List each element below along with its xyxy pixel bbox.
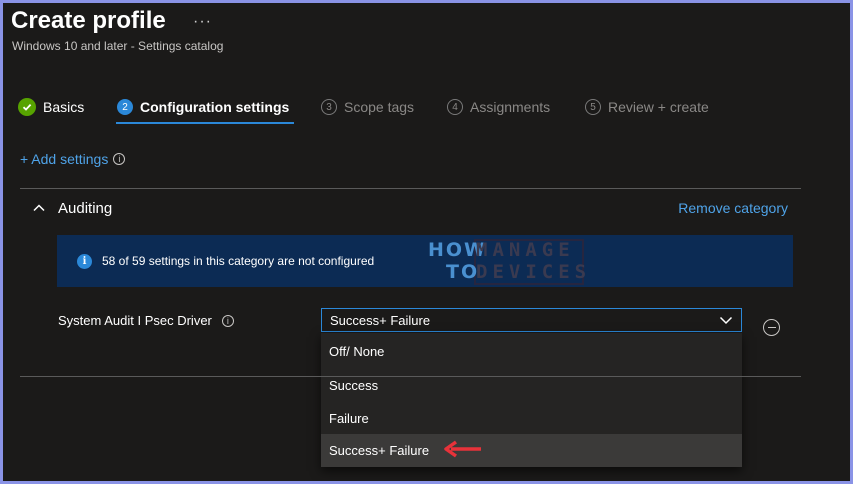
info-banner: i 58 of 59 settings in this category are… [57, 235, 793, 287]
info-icon: i [77, 254, 92, 269]
dropdown-option-off-none[interactable]: Off/ None [321, 335, 742, 368]
remove-setting-icon[interactable] [763, 319, 780, 336]
tab-basics[interactable]: Basics [18, 91, 84, 123]
tab-assignments[interactable]: 4 Assignments [447, 91, 550, 123]
step-number-icon: 5 [585, 99, 601, 115]
dropdown-option-success[interactable]: Success [321, 369, 742, 402]
chevron-up-icon[interactable] [32, 201, 46, 215]
dropdown-selected-value: Success+ Failure [330, 312, 431, 328]
active-tab-indicator [116, 122, 294, 124]
info-icon[interactable]: i [113, 153, 126, 165]
setting-row-label: System Audit I Psec Driver i [58, 313, 234, 328]
divider [20, 188, 801, 189]
watermark-logo: HOW TO MANAGE DEVICES [428, 239, 588, 287]
step-number-icon: 3 [321, 99, 337, 115]
dropdown-option-success-failure[interactable]: Success+ Failure [321, 434, 742, 467]
page-title: Create profile [11, 7, 166, 34]
tab-label: Assignments [470, 99, 551, 115]
remove-category-link[interactable]: Remove category [678, 200, 788, 216]
setting-name: System Audit I Psec Driver [58, 313, 212, 328]
more-options-button[interactable]: ··· [193, 13, 212, 31]
checkmark-icon [18, 98, 36, 116]
tab-label: Configuration settings [140, 99, 290, 115]
banner-text: 58 of 59 settings in this category are n… [102, 254, 375, 268]
dropdown-list: Off/ None Success Failure Success+ Failu… [321, 333, 742, 467]
tab-label: Scope tags [344, 99, 415, 115]
red-arrow-icon [444, 440, 481, 458]
watermark-to: TO [446, 261, 480, 283]
watermark-devices: DEVICES [476, 261, 592, 283]
category-title: Auditing [58, 200, 113, 217]
watermark-manage: MANAGE [476, 239, 575, 261]
tab-scope-tags[interactable]: 3 Scope tags [321, 91, 414, 123]
step-number-icon: 2 [117, 99, 133, 115]
tab-review-create[interactable]: 5 Review + create [585, 91, 709, 123]
add-settings-label: + Add settings [20, 151, 109, 167]
tab-configuration-settings[interactable]: 2 Configuration settings [117, 91, 289, 123]
chevron-down-icon [719, 316, 733, 325]
app-frame: Create profile ··· Windows 10 and later … [3, 3, 850, 481]
step-number-icon: 4 [447, 99, 463, 115]
setting-value-dropdown[interactable]: Success+ Failure [321, 308, 742, 332]
tab-label: Review + create [608, 99, 709, 115]
add-settings-link[interactable]: + Add settings i [20, 151, 126, 167]
page-subtitle: Windows 10 and later - Settings catalog [12, 39, 224, 53]
divider [20, 376, 801, 377]
dropdown-option-failure[interactable]: Failure [321, 402, 742, 435]
tab-label: Basics [43, 99, 85, 115]
info-icon[interactable]: i [221, 314, 234, 327]
